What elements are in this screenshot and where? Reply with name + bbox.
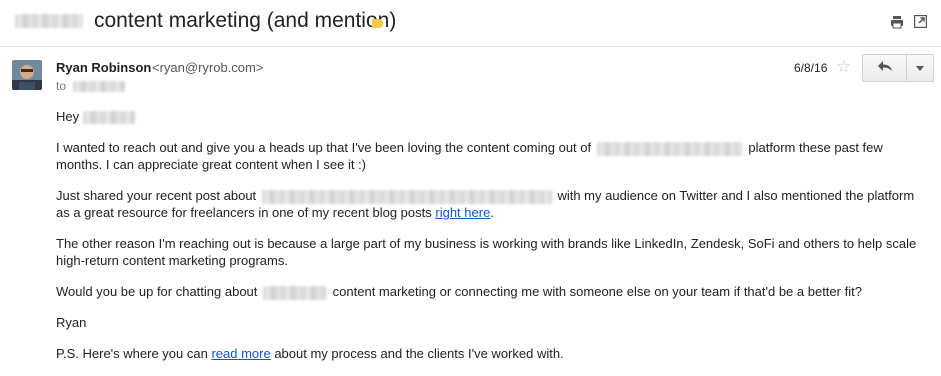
paragraph-2-end: .	[490, 205, 494, 220]
signoff: Ryan	[56, 315, 87, 330]
star-icon[interactable]: ☆	[836, 58, 851, 76]
label-tag-icon[interactable]	[372, 19, 383, 28]
paragraph-2: Just shared your recent post about with …	[56, 187, 931, 221]
redacted-subject-prefix	[15, 14, 83, 28]
header-divider	[0, 46, 941, 47]
paragraph-2-part-a: Just shared your recent post about	[56, 188, 257, 203]
reply-icon	[877, 59, 893, 77]
paragraph-4-part-b: content marketing or connecting me with …	[332, 284, 862, 299]
sender-email: <ryan@ryrob.com>	[152, 60, 264, 75]
paragraph-4: Would you be up for chatting about conte…	[56, 283, 931, 300]
open-in-new-window-icon[interactable]	[913, 14, 928, 29]
greeting-text: Hey	[56, 109, 80, 124]
postscript-part-a: P.S. Here's where you can	[56, 346, 208, 361]
caret-down-icon	[916, 65, 924, 71]
paragraph-1: I wanted to reach out and give you a hea…	[56, 139, 931, 173]
postscript: P.S. Here's where you can read more abou…	[56, 345, 931, 362]
more-options-button[interactable]	[906, 54, 934, 82]
paragraph-1-part-a: I wanted to reach out and give you a hea…	[56, 140, 592, 155]
greeting-line: Hey	[56, 108, 931, 125]
redacted-post-title	[261, 189, 552, 204]
subject-bar: content marketing (and mention)	[0, 0, 941, 46]
paragraph-4-part-a: Would you be up for chatting about	[56, 284, 258, 299]
postscript-part-b: about my process and the clients I've wo…	[274, 346, 564, 361]
redacted-company-name	[263, 285, 328, 300]
reply-button[interactable]	[862, 54, 907, 82]
right-here-link[interactable]: right here	[435, 205, 490, 220]
message-body: Hey I wanted to reach out and give you a…	[56, 108, 931, 376]
redacted-recipient-name	[82, 111, 135, 125]
sender-name: Ryan Robinson	[56, 60, 152, 75]
paragraph-3: The other reason I'm reaching out is bec…	[56, 236, 917, 268]
recipient-label: to	[56, 79, 67, 93]
message-date: 6/8/16	[794, 61, 828, 75]
email-subject: content marketing (and mention)	[94, 9, 397, 32]
read-more-link[interactable]: read more	[211, 346, 270, 361]
redacted-recipient[interactable]	[73, 81, 125, 92]
redacted-company-name	[596, 141, 743, 156]
avatar[interactable]	[12, 60, 42, 90]
print-icon[interactable]	[890, 15, 904, 29]
